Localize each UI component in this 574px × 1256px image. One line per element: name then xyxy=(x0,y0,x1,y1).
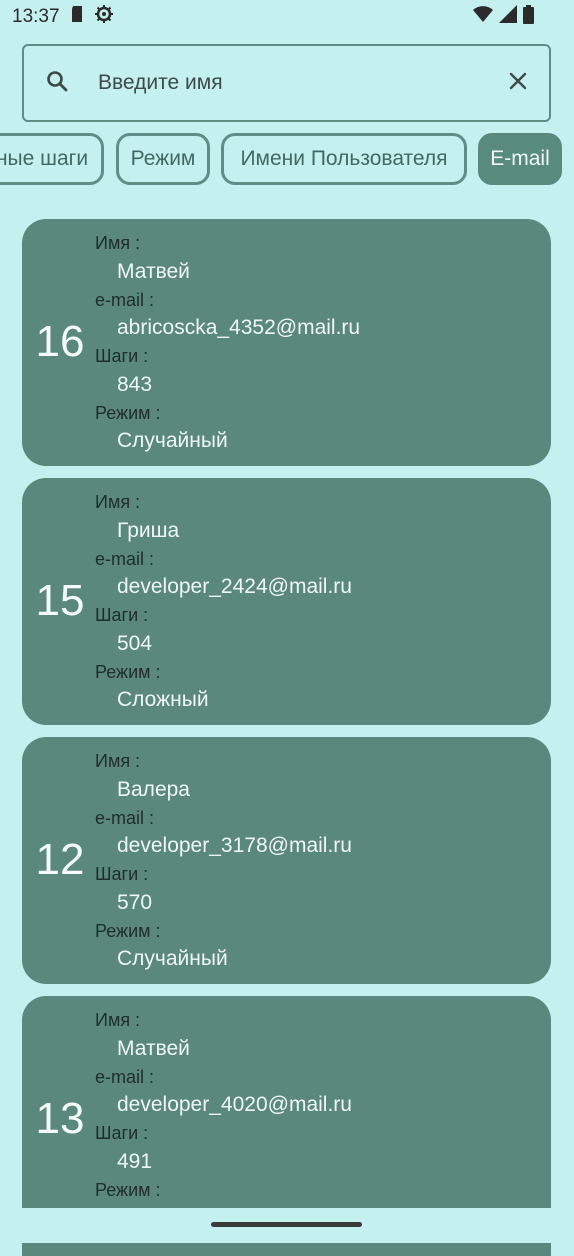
mode-label: Режим : xyxy=(95,921,161,941)
search-icon xyxy=(46,70,68,97)
chip-steps[interactable]: ные шаги xyxy=(0,133,104,185)
email-label: e-mail : xyxy=(95,1067,155,1087)
name-label: Имя : xyxy=(95,751,141,771)
leaderboard-card[interactable]: 16 Имя : Матвей e-mail : abricoscka_4352… xyxy=(22,219,551,466)
email-value: developer_4020@mail.ru xyxy=(117,1093,352,1116)
name-label: Имя : xyxy=(95,233,141,253)
mode-value: Случайный xyxy=(117,429,228,452)
email-value: developer_3178@mail.ru xyxy=(117,834,352,857)
mode-value: Случайный xyxy=(117,947,228,970)
wifi-icon xyxy=(473,6,493,28)
sd-card-icon xyxy=(70,5,84,29)
email-value: abricoscka_4352@mail.ru xyxy=(117,316,361,339)
email-label: e-mail : xyxy=(95,808,155,828)
search-input[interactable]: Введите имя xyxy=(22,44,551,122)
steps-label: Шаги : xyxy=(95,346,149,366)
steps-label: Шаги : xyxy=(95,605,149,625)
steps-value: 504 xyxy=(117,632,153,655)
settings-icon xyxy=(94,4,114,30)
close-icon[interactable] xyxy=(509,72,527,95)
steps-value: 843 xyxy=(117,373,153,396)
chip-mode[interactable]: Режим xyxy=(116,133,210,185)
email-label: e-mail : xyxy=(95,290,155,310)
name-value: Матвей xyxy=(117,260,190,283)
name-value: Валера xyxy=(117,778,190,801)
status-time: 13:37 xyxy=(12,6,60,27)
steps-label: Шаги : xyxy=(95,864,149,884)
card-rank: 12 xyxy=(35,835,85,884)
name-value: Гриша xyxy=(117,519,180,542)
email-label: e-mail : xyxy=(95,549,155,569)
mode-label: Режим : xyxy=(95,403,161,423)
card-rank: 15 xyxy=(35,576,85,625)
card-rank: 16 xyxy=(35,317,85,366)
status-bar: 13:37 xyxy=(0,0,574,34)
chip-email[interactable]: E-mail xyxy=(478,133,562,185)
card-rank: 13 xyxy=(35,1094,85,1143)
steps-value: 570 xyxy=(117,891,153,914)
chip-username[interactable]: Имени Пользователя xyxy=(221,133,467,185)
email-value: developer_2424@mail.ru xyxy=(117,575,352,598)
leaderboard-card[interactable]: 15 Имя : Гриша e-mail : developer_2424@m… xyxy=(22,478,551,725)
battery-icon xyxy=(523,4,534,30)
steps-label: Шаги : xyxy=(95,1123,149,1143)
mode-value: Сложный xyxy=(117,688,209,711)
mode-label: Режим : xyxy=(95,662,161,682)
signal-icon xyxy=(499,5,517,29)
leaderboard-card[interactable]: 12 Имя : Валера e-mail : developer_3178@… xyxy=(22,737,551,984)
steps-value: 491 xyxy=(117,1150,153,1173)
mode-label: Режим : xyxy=(95,1180,161,1200)
name-label: Имя : xyxy=(95,1010,141,1030)
search-placeholder: Введите имя xyxy=(98,71,223,94)
name-value: Матвей xyxy=(117,1037,190,1060)
name-label: Имя : xyxy=(95,492,141,512)
gesture-nav-bar[interactable] xyxy=(211,1222,362,1227)
sort-chips: ные шаги Режим Имени Пользователя E-mail xyxy=(0,133,574,185)
